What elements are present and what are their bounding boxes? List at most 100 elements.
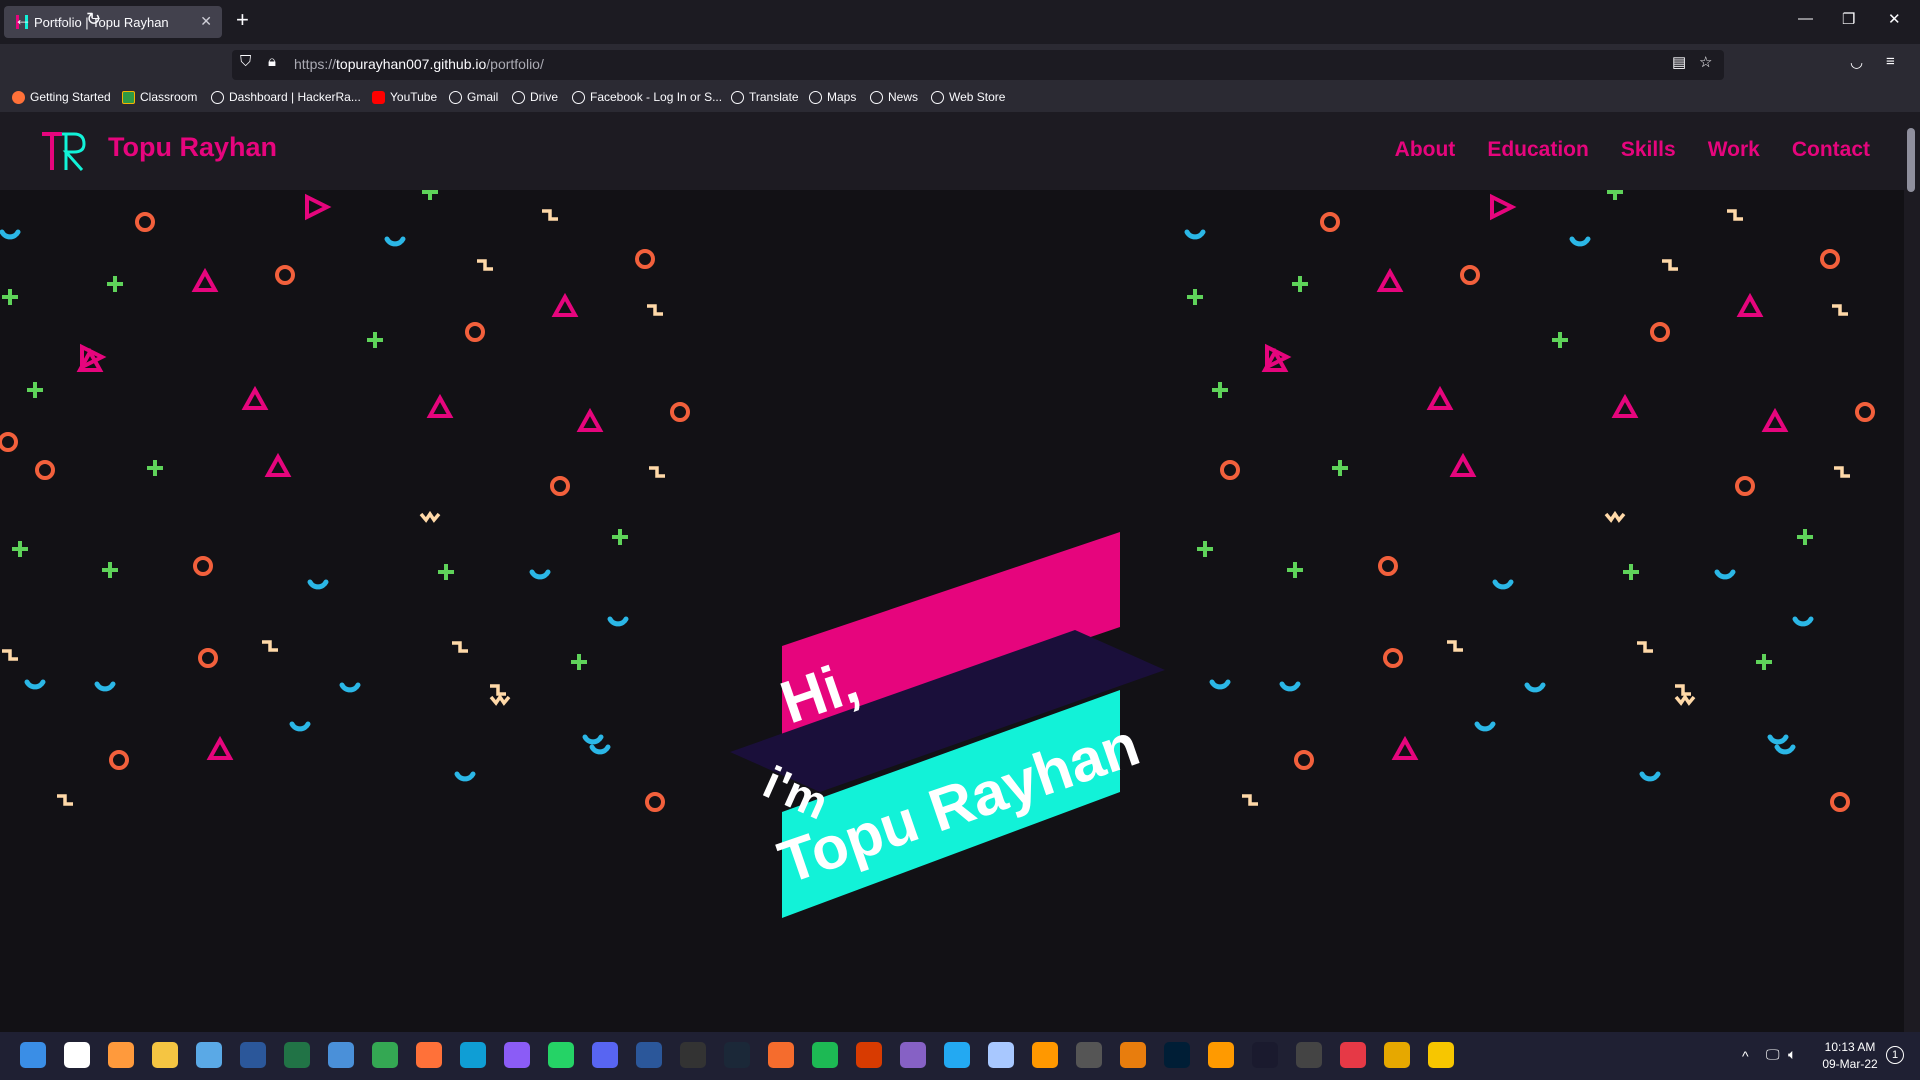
office-icon[interactable] — [856, 1042, 882, 1068]
excel-icon[interactable] — [284, 1042, 310, 1068]
recycle-bin-icon[interactable] — [196, 1042, 222, 1068]
close-tab-icon[interactable]: ✕ — [200, 13, 212, 30]
globe-icon — [572, 90, 585, 104]
network-icon[interactable]: 🖵 — [1766, 1046, 1780, 1063]
lock-icon[interactable]: 🔒︎ — [268, 53, 276, 70]
search-icon[interactable] — [64, 1042, 90, 1068]
firefox-icon[interactable] — [416, 1042, 442, 1068]
epic-games-icon[interactable] — [680, 1042, 706, 1068]
confetti-triangle — [426, 393, 454, 418]
windows-start-icon[interactable] — [20, 1042, 46, 1068]
confetti-triangle — [1761, 407, 1789, 432]
confetti-plus — [1552, 332, 1568, 348]
spotify-icon[interactable] — [812, 1042, 838, 1068]
confetti-zigzag — [1674, 693, 1696, 706]
nav-about[interactable]: About — [1395, 138, 1456, 162]
nav-contact[interactable]: Contact — [1792, 138, 1870, 162]
forward-icon[interactable]: → — [50, 9, 68, 30]
visual-studio-icon[interactable] — [900, 1042, 926, 1068]
notification-badge[interactable]: 1 — [1886, 1046, 1904, 1064]
confetti-arc — [1492, 579, 1514, 590]
restore-icon[interactable]: ❐ — [1842, 10, 1855, 28]
minimize-icon[interactable]: — — [1798, 10, 1813, 27]
back-icon[interactable]: ← — [14, 9, 32, 30]
bookmark-web-store[interactable]: Web Store — [931, 90, 1005, 104]
messenger-icon[interactable] — [504, 1042, 530, 1068]
bookmark-translate[interactable]: Translate — [731, 90, 799, 104]
close-window-icon[interactable]: ✕ — [1888, 10, 1901, 28]
blender-icon[interactable] — [1120, 1042, 1146, 1068]
bookmark-facebook[interactable]: Facebook - Log In or S... — [572, 90, 722, 104]
confetti-ring — [198, 648, 218, 668]
confetti-zigzag — [1637, 641, 1653, 653]
bookmark-getting-started[interactable]: Getting Started — [12, 90, 111, 104]
bookmark-classroom[interactable]: Classroom — [122, 90, 197, 104]
confetti-ring — [1855, 402, 1875, 422]
bookmark-youtube[interactable]: YouTube — [372, 90, 437, 104]
whatsapp-icon[interactable] — [548, 1042, 574, 1068]
nav-work[interactable]: Work — [1708, 138, 1760, 162]
forza-icon[interactable] — [1340, 1042, 1366, 1068]
steam-icon[interactable] — [724, 1042, 750, 1068]
confetti-plus — [367, 332, 383, 348]
origin-icon[interactable] — [768, 1042, 794, 1068]
file-explorer-icon[interactable] — [152, 1042, 178, 1068]
bookmark-maps[interactable]: Maps — [809, 90, 856, 104]
confetti-ring — [275, 265, 295, 285]
tiles-app-icon[interactable] — [328, 1042, 354, 1068]
bookmark-drive[interactable]: Drive — [512, 90, 558, 104]
edge-icon[interactable] — [460, 1042, 486, 1068]
tray-overflow-icon[interactable]: ^ — [1742, 1048, 1749, 1064]
reload-icon[interactable]: ↻ — [86, 9, 101, 30]
confetti-triangle — [206, 735, 234, 760]
confetti-plus — [1332, 460, 1348, 476]
illustrator-icon[interactable] — [1208, 1042, 1234, 1068]
bookmark-star-icon[interactable]: ☆ — [1699, 53, 1712, 71]
new-tab-button[interactable]: + — [236, 9, 249, 31]
everything-search-icon[interactable] — [108, 1042, 134, 1068]
photoshop-icon[interactable] — [1164, 1042, 1190, 1068]
confetti-arc — [1569, 236, 1591, 247]
tr-logo-icon[interactable] — [38, 128, 88, 174]
confetti-triangle — [1736, 292, 1764, 317]
vectr-icon[interactable] — [1384, 1042, 1410, 1068]
sublime-icon[interactable] — [1032, 1042, 1058, 1068]
rockstar-icon[interactable] — [1428, 1042, 1454, 1068]
confetti-arc — [339, 682, 361, 693]
bookmark-news[interactable]: News — [870, 90, 918, 104]
menu-icon[interactable]: ≡ — [1886, 53, 1895, 70]
reader-view-icon[interactable]: ▤ — [1672, 53, 1686, 71]
confetti-triangle — [191, 267, 219, 292]
nav-education[interactable]: Education — [1487, 138, 1589, 162]
clock[interactable]: 10:13 AM 09-Mar-22 — [1814, 1040, 1886, 1071]
shield-icon[interactable]: ⛉ — [240, 53, 251, 70]
unity-icon[interactable] — [1076, 1042, 1102, 1068]
virtualbox-icon[interactable] — [988, 1042, 1014, 1068]
volume-icon[interactable]: 🔈︎ — [1788, 1046, 1796, 1063]
confetti-zigzag — [1675, 684, 1691, 696]
confetti-zigzag — [477, 259, 493, 271]
bookmark-label: Dashboard | HackerRa... — [229, 90, 361, 104]
scrollbar-thumb[interactable] — [1907, 128, 1915, 192]
url-text[interactable]: https://topurayhan007.github.io/portfoli… — [294, 56, 544, 72]
site-brand[interactable]: Topu Rayhan — [108, 132, 277, 163]
vscode-icon[interactable] — [944, 1042, 970, 1068]
discord-icon[interactable] — [592, 1042, 618, 1068]
word-w-icon[interactable] — [636, 1042, 662, 1068]
word-icon[interactable] — [240, 1042, 266, 1068]
bookmark-hackerrank[interactable]: Dashboard | HackerRa... — [211, 90, 361, 104]
nav-skills[interactable]: Skills — [1621, 138, 1676, 162]
pocket-icon[interactable]: ◡ — [1850, 53, 1863, 71]
chrome-icon[interactable] — [372, 1042, 398, 1068]
page-viewport: Topu Rayhan About Education Skills Work … — [0, 112, 1904, 1032]
page-scrollbar[interactable] — [1904, 112, 1920, 1032]
browser-tab[interactable]: Portfolio | Topu Rayhan ✕ — [4, 6, 222, 38]
confetti-arc — [94, 681, 116, 692]
bookmark-gmail[interactable]: Gmail — [449, 90, 498, 104]
aftereffects-icon[interactable] — [1252, 1042, 1278, 1068]
confetti-zigzag — [489, 693, 511, 706]
confetti-ring — [135, 212, 155, 232]
obs-icon[interactable] — [1296, 1042, 1322, 1068]
confetti-arc — [1184, 229, 1206, 240]
bookmark-label: Maps — [827, 90, 857, 104]
